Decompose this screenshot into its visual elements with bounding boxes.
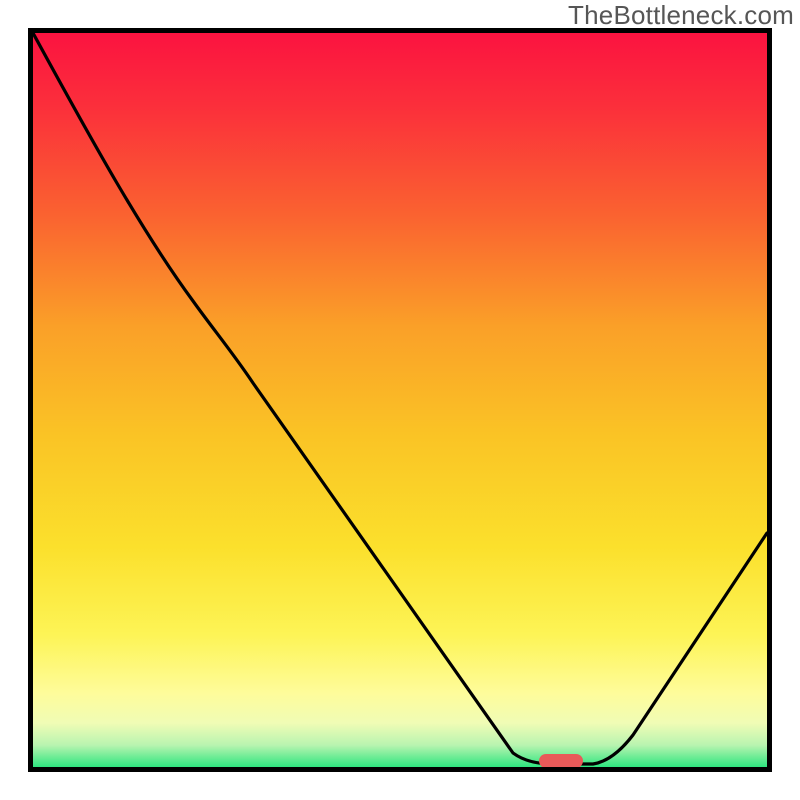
plot-svg [33,33,767,767]
watermark-text: TheBottleneck.com [568,0,794,31]
optimal-marker [539,754,583,767]
plot-frame [28,28,772,772]
gradient-background [33,33,767,767]
